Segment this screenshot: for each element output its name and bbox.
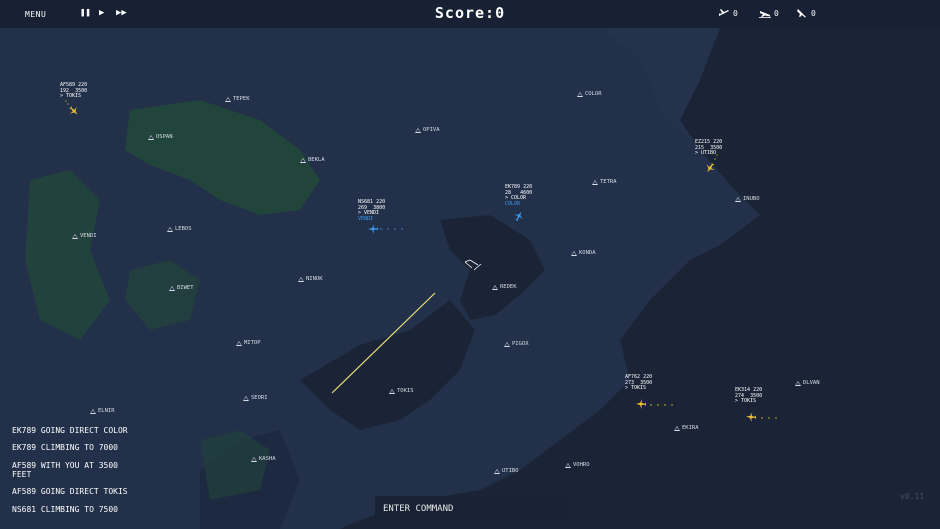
aircraft-ek314-icon[interactable]: [746, 412, 756, 422]
command-input[interactable]: [375, 496, 567, 522]
waypoint: BEKLA: [300, 157, 325, 163]
waypoint: KASHA: [251, 456, 276, 462]
version-label: v0.11: [900, 492, 925, 501]
aircraft-ek789-icon[interactable]: [514, 211, 524, 221]
landings-stat: 0: [759, 8, 779, 18]
waypoint: TOKIS: [389, 388, 414, 394]
waypoint: TEPEK: [225, 96, 250, 102]
waypoint: VOHRO: [565, 462, 590, 468]
waypoint: PIGOX: [504, 341, 529, 347]
waypoint: DLVAN: [795, 380, 820, 386]
aircraft-af589-icon[interactable]: [69, 106, 79, 116]
waypoint: KONDA: [571, 250, 596, 256]
log-message: NS681 CLIMBING TO 7500: [12, 505, 118, 514]
waypoint: NINOK: [298, 276, 323, 282]
waypoint: MITOP: [236, 340, 261, 346]
crashes-stat: 0: [796, 8, 816, 18]
crash-icon: [797, 9, 806, 18]
log-message: EK789 GOING DIRECT COLOR: [12, 426, 128, 435]
landing-icon: [759, 11, 771, 18]
aircraft-tag-ez215[interactable]: EZ215 220 215 3500 > UTIBO: [695, 139, 722, 157]
aircraft-tag-af762[interactable]: AF762 220 273 3500 > TOKIS: [625, 374, 652, 392]
aircraft-ns681-icon[interactable]: [368, 224, 378, 234]
waypoint: UTIBO: [494, 468, 519, 474]
waypoint: VENDI: [72, 233, 97, 239]
aircraft-af762-icon[interactable]: [636, 399, 646, 409]
waypoint: OPIVA: [415, 127, 440, 133]
log-message: AF589 GOING DIRECT TOKIS: [12, 487, 128, 496]
waypoint: OSPAN: [148, 134, 173, 140]
log-message: AF589 WITH YOU AT 3500 FEET: [12, 461, 118, 479]
aircraft-tag-ek314[interactable]: EK314 220 274 3500 > TOKIS: [735, 387, 762, 405]
aircraft-tag-af589[interactable]: AF589 220 192 3500 > TOKIS: [60, 82, 87, 100]
waypoint: INUBO: [735, 196, 760, 202]
aircraft-ez215-icon[interactable]: [705, 163, 715, 173]
command-box: [375, 496, 567, 522]
plane-icon: [719, 9, 729, 16]
waypoint: COLOR: [577, 91, 602, 97]
waypoint: LEBOS: [167, 226, 192, 232]
waypoint: SEORI: [243, 395, 268, 401]
waypoint: EKIRA: [674, 425, 699, 431]
aircraft-tag-ns681[interactable]: NS681 220 269 3800 > VENDI VENDI: [358, 199, 385, 222]
aircraft-tag-ek789[interactable]: EK789 220 28 4600 > COLOR COLOR: [505, 184, 532, 207]
waypoint: REDEK: [492, 284, 517, 290]
waypoint: TETRA: [592, 179, 617, 185]
planes-stat: 0: [718, 8, 738, 18]
log-message: EK789 CLIMBING TO 7000: [12, 443, 118, 452]
waypoint: BIWET: [169, 285, 194, 291]
waypoint: ELNIR: [90, 408, 115, 414]
